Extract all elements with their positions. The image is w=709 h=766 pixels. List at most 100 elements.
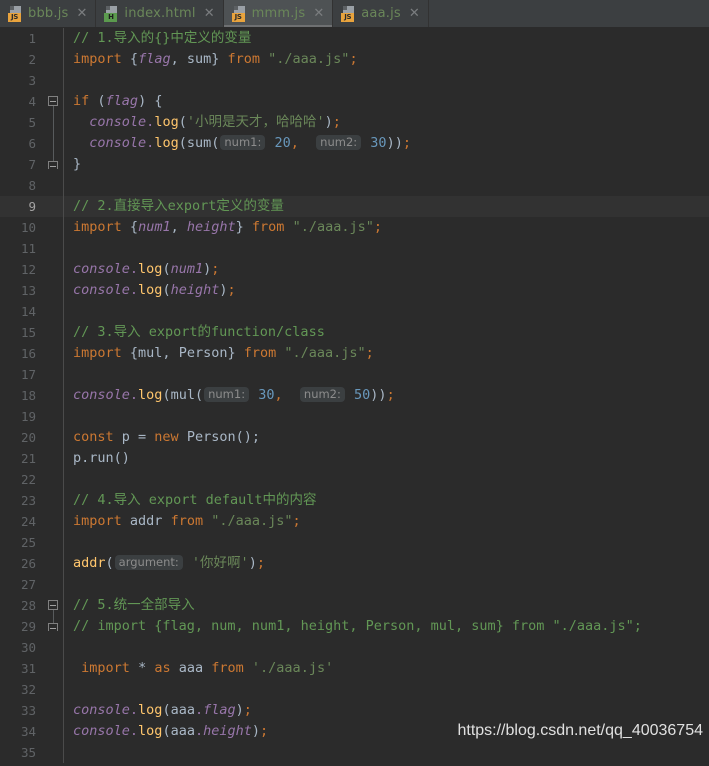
fold-gutter[interactable]: [44, 238, 63, 259]
editor-line[interactable]: 30: [0, 637, 709, 658]
gutter-divider: [63, 238, 64, 259]
fold-gutter[interactable]: [44, 679, 63, 700]
line-number: 31: [20, 661, 36, 676]
fold-gutter[interactable]: [44, 385, 63, 406]
fold-gutter[interactable]: [44, 574, 63, 595]
fold-gutter[interactable]: [44, 448, 63, 469]
fold-gutter[interactable]: [44, 133, 63, 154]
fold-gutter[interactable]: [44, 343, 63, 364]
editor-line[interactable]: 28 // 5.统一全部导入: [0, 595, 709, 616]
fold-gutter[interactable]: [44, 553, 63, 574]
watermark: https://blog.csdn.net/qq_40036754: [457, 722, 703, 739]
fold-gutter[interactable]: [44, 406, 63, 427]
editor-line[interactable]: 14: [0, 301, 709, 322]
gutter-divider: [63, 301, 64, 322]
editor-line[interactable]: 25: [0, 532, 709, 553]
editor-line[interactable]: 7 }: [0, 154, 709, 175]
line-number: 32: [20, 682, 36, 697]
tab-aaa-js[interactable]: JS aaa.js ✕: [333, 0, 429, 27]
line-content: console.log(sum(num1: 20, num2: 30));: [89, 135, 411, 151]
editor-line[interactable]: 31 import * as aaa from './aaa.js': [0, 658, 709, 679]
editor-line[interactable]: 13 console.log(height);: [0, 280, 709, 301]
tab-mmm-js[interactable]: JS mmm.js ✕: [223, 0, 334, 27]
editor-line[interactable]: 3: [0, 70, 709, 91]
line-content: import {mul, Person} from "./aaa.js";: [73, 345, 374, 361]
editor-line[interactable]: 20 const p = new Person();: [0, 427, 709, 448]
fold-gutter[interactable]: [44, 364, 63, 385]
editor-line[interactable]: 1 // 1.导入的{}中定义的变量: [0, 28, 709, 49]
fold-gutter[interactable]: [44, 658, 63, 679]
fold-gutter[interactable]: [44, 175, 63, 196]
fold-gutter[interactable]: [44, 322, 63, 343]
line-number: 30: [20, 640, 36, 655]
inlay-hint: num1:: [220, 135, 266, 150]
editor-line[interactable]: 22: [0, 469, 709, 490]
editor-line[interactable]: 19: [0, 406, 709, 427]
editor-line[interactable]: 10 import {num1, height} from "./aaa.js"…: [0, 217, 709, 238]
close-icon[interactable]: ✕: [75, 7, 88, 20]
fold-gutter[interactable]: [44, 259, 63, 280]
editor-line[interactable]: 17: [0, 364, 709, 385]
fold-gutter[interactable]: [44, 700, 63, 721]
editor-line[interactable]: 27: [0, 574, 709, 595]
editor-line[interactable]: 24 import addr from "./aaa.js";: [0, 511, 709, 532]
editor-line[interactable]: 29 // import {flag, num, num1, height, P…: [0, 616, 709, 637]
editor-line[interactable]: 6 console.log(sum(num1: 20, num2: 30));: [0, 133, 709, 154]
close-icon[interactable]: ✕: [312, 7, 325, 20]
editor-line[interactable]: 23 // 4.导入 export default中的内容: [0, 490, 709, 511]
fold-gutter-end[interactable]: [44, 154, 63, 175]
fold-end-icon[interactable]: [48, 161, 58, 169]
fold-gutter[interactable]: [44, 532, 63, 553]
editor-line[interactable]: 2 import {flag, sum} from "./aaa.js";: [0, 49, 709, 70]
fold-gutter[interactable]: [44, 511, 63, 532]
fold-gutter[interactable]: [44, 196, 63, 217]
tab-index-html[interactable]: H index.html ✕: [96, 0, 224, 27]
tab-bbb-js[interactable]: JS bbb.js ✕: [0, 0, 97, 27]
fold-gutter[interactable]: [44, 28, 63, 49]
fold-gutter[interactable]: [44, 49, 63, 70]
fold-gutter[interactable]: [44, 427, 63, 448]
fold-minus-icon[interactable]: [48, 96, 58, 106]
fold-end-icon[interactable]: [48, 623, 58, 631]
fold-gutter[interactable]: [44, 637, 63, 658]
fold-gutter[interactable]: [44, 721, 63, 742]
fold-gutter-collapse[interactable]: [44, 91, 63, 112]
gutter-divider: [63, 364, 64, 385]
fold-gutter[interactable]: [44, 301, 63, 322]
editor-line[interactable]: 11: [0, 238, 709, 259]
editor-line[interactable]: 5 console.log('小明是天才，哈哈哈');: [0, 112, 709, 133]
close-icon[interactable]: ✕: [203, 7, 216, 20]
tab-label: index.html: [124, 6, 196, 21]
editor-line[interactable]: 32: [0, 679, 709, 700]
code-editor[interactable]: 1 // 1.导入的{}中定义的变量 2 import {flag, sum} …: [0, 28, 709, 766]
fold-gutter-collapse[interactable]: [44, 595, 63, 616]
html-badge: H: [104, 12, 118, 22]
editor-line[interactable]: 26 addr(argument: '你好啊');: [0, 553, 709, 574]
line-number: 1: [28, 31, 36, 46]
fold-gutter[interactable]: [44, 70, 63, 91]
editor-line[interactable]: 18 console.log(mul(num1: 30, num2: 50));: [0, 385, 709, 406]
fold-gutter[interactable]: [44, 112, 63, 133]
fold-gutter[interactable]: [44, 469, 63, 490]
fold-gutter[interactable]: [44, 217, 63, 238]
editor-line-current[interactable]: 9 // 2.直接导入export定义的变量: [0, 196, 709, 217]
line-number: 16: [20, 346, 36, 361]
gutter-divider: [63, 70, 64, 91]
fold-gutter-end[interactable]: [44, 616, 63, 637]
editor-line[interactable]: 12 console.log(num1);: [0, 259, 709, 280]
editor-line[interactable]: 35: [0, 742, 709, 763]
line-number: 24: [20, 514, 36, 529]
fold-minus-icon[interactable]: [48, 600, 58, 610]
editor-line[interactable]: 4 if (flag) {: [0, 91, 709, 112]
editor-line[interactable]: 8: [0, 175, 709, 196]
editor-line[interactable]: 15 // 3.导入 export的function/class: [0, 322, 709, 343]
line-number: 27: [20, 577, 36, 592]
fold-gutter[interactable]: [44, 490, 63, 511]
editor-line[interactable]: 21 p.run(): [0, 448, 709, 469]
fold-gutter[interactable]: [44, 742, 63, 763]
line-number: 12: [20, 262, 36, 277]
close-icon[interactable]: ✕: [408, 7, 421, 20]
editor-line[interactable]: 16 import {mul, Person} from "./aaa.js";: [0, 343, 709, 364]
fold-gutter[interactable]: [44, 280, 63, 301]
editor-line[interactable]: 33 console.log(aaa.flag);: [0, 700, 709, 721]
